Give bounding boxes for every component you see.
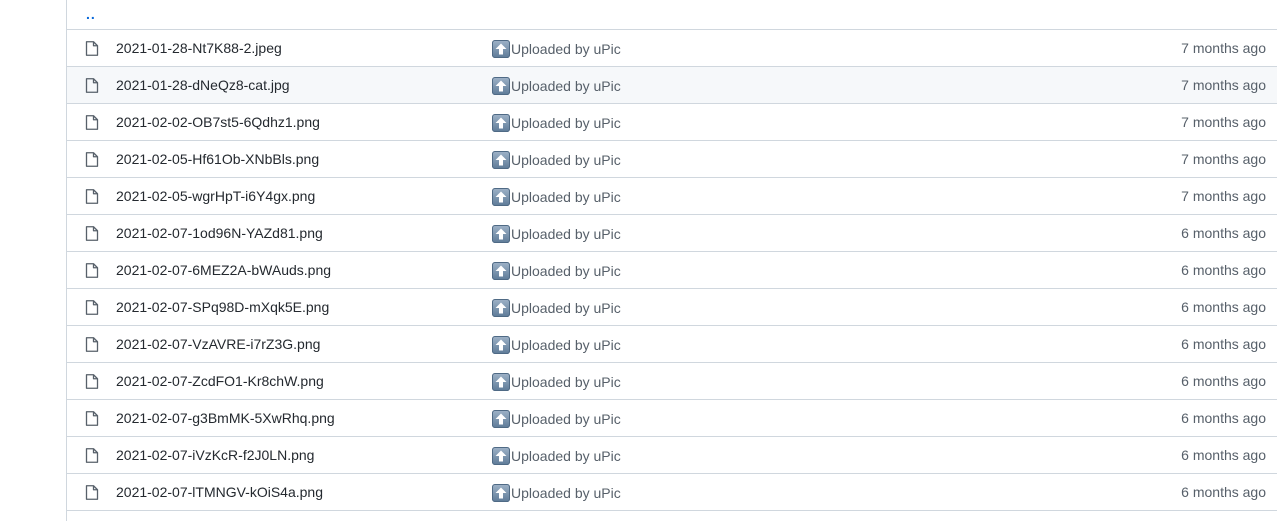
file-icon: [85, 337, 99, 352]
file-name-link[interactable]: 2021-02-07-ZcdFO1-Kr8chW.png: [116, 373, 324, 389]
file-row[interactable]: 2021-02-07-6MEZ2A-bWAuds.png Uploaded by …: [67, 252, 1277, 289]
file-name-link[interactable]: 2021-02-07-6MEZ2A-bWAuds.png: [116, 262, 331, 278]
commit-age: 6 months ago: [1181, 447, 1266, 463]
commit-message-text[interactable]: Uploaded by uPic: [511, 78, 621, 94]
up-arrow-emoji-icon: [492, 299, 510, 317]
file-row[interactable]: 2021-02-07-SPq98D-mXqk5E.png Uploaded by …: [67, 289, 1277, 326]
file-icon: [85, 485, 99, 500]
commit-age: 6 months ago: [1181, 225, 1266, 241]
commit-message-text[interactable]: Uploaded by uPic: [511, 115, 621, 131]
file-row[interactable]: 2021-01-28-Nt7K88-2.jpeg Uploaded by uPic…: [67, 30, 1277, 67]
parent-directory-link[interactable]: ..: [86, 6, 96, 22]
file-icon: [85, 78, 99, 93]
commit-message-link[interactable]: Uploaded by uPic: [492, 299, 621, 317]
commit-age: 6 months ago: [1181, 484, 1266, 500]
file-name-link[interactable]: 2021-02-02-OB7st5-6Qdhz1.png: [116, 114, 320, 130]
file-name-link[interactable]: 2021-01-28-dNeQz8-cat.jpg: [116, 77, 290, 93]
file-icon: [85, 300, 99, 315]
up-arrow-emoji-icon: [492, 225, 510, 243]
commit-message-link[interactable]: Uploaded by uPic: [492, 262, 621, 280]
commit-message-link[interactable]: Uploaded by uPic: [492, 77, 621, 95]
commit-message-text[interactable]: Uploaded by uPic: [511, 263, 621, 279]
file-name-link[interactable]: 2021-02-05-Hf61Ob-XNbBls.png: [116, 151, 319, 167]
file-name-link[interactable]: 2021-02-07-SPq98D-mXqk5E.png: [116, 299, 329, 315]
up-arrow-emoji-icon: [492, 447, 510, 465]
up-arrow-emoji-icon: [492, 484, 510, 502]
commit-message-text[interactable]: Uploaded by uPic: [511, 226, 621, 242]
file-icon: [85, 374, 99, 389]
file-row[interactable]: 2021-02-07-VzAVRE-i7rZ3G.png Uploaded by …: [67, 326, 1277, 363]
file-list: .. 2021-01-28-Nt7K88-2.jpeg Uploaded by u…: [66, 0, 1277, 521]
commit-message-text[interactable]: Uploaded by uPic: [511, 374, 621, 390]
commit-message-text[interactable]: Uploaded by uPic: [511, 189, 621, 205]
commit-message-link[interactable]: Uploaded by uPic: [492, 336, 621, 354]
commit-age: 7 months ago: [1181, 151, 1266, 167]
up-arrow-emoji-icon: [492, 336, 510, 354]
commit-age: 6 months ago: [1181, 336, 1266, 352]
file-icon: [85, 115, 99, 130]
commit-message-text[interactable]: Uploaded by uPic: [511, 300, 621, 316]
commit-message-link[interactable]: Uploaded by uPic: [492, 40, 621, 58]
file-rows: 2021-01-28-Nt7K88-2.jpeg Uploaded by uPic…: [67, 30, 1277, 511]
commit-message-text[interactable]: Uploaded by uPic: [511, 411, 621, 427]
up-arrow-emoji-icon: [492, 410, 510, 428]
commit-message-link[interactable]: Uploaded by uPic: [492, 410, 621, 428]
commit-message-link[interactable]: Uploaded by uPic: [492, 188, 621, 206]
commit-age: 6 months ago: [1181, 410, 1266, 426]
file-name-link[interactable]: 2021-02-07-lTMNGV-kOiS4a.png: [116, 484, 323, 500]
commit-message-text[interactable]: Uploaded by uPic: [511, 152, 621, 168]
file-icon: [85, 152, 99, 167]
file-name-link[interactable]: 2021-02-05-wgrHpT-i6Y4gx.png: [116, 188, 315, 204]
commit-message-link[interactable]: Uploaded by uPic: [492, 151, 621, 169]
file-icon: [85, 411, 99, 426]
file-name-link[interactable]: 2021-02-07-g3BmMK-5XwRhq.png: [116, 410, 335, 426]
commit-age: 6 months ago: [1181, 373, 1266, 389]
commit-age: 7 months ago: [1181, 114, 1266, 130]
file-name-link[interactable]: 2021-02-07-VzAVRE-i7rZ3G.png: [116, 336, 320, 352]
commit-age: 7 months ago: [1181, 77, 1266, 93]
up-arrow-emoji-icon: [492, 40, 510, 58]
commit-age: 7 months ago: [1181, 188, 1266, 204]
up-arrow-emoji-icon: [492, 373, 510, 391]
up-arrow-emoji-icon: [492, 262, 510, 280]
up-arrow-emoji-icon: [492, 114, 510, 132]
commit-message-text[interactable]: Uploaded by uPic: [511, 337, 621, 353]
file-icon: [85, 41, 99, 56]
commit-message-text[interactable]: Uploaded by uPic: [511, 448, 621, 464]
parent-directory-row[interactable]: ..: [67, 0, 1277, 30]
file-icon: [85, 263, 99, 278]
file-name-link[interactable]: 2021-01-28-Nt7K88-2.jpeg: [116, 40, 282, 56]
commit-message-link[interactable]: Uploaded by uPic: [492, 373, 621, 391]
commit-age: 6 months ago: [1181, 262, 1266, 278]
file-row[interactable]: 2021-02-05-wgrHpT-i6Y4gx.png Uploaded by …: [67, 178, 1277, 215]
file-row[interactable]: 2021-02-07-lTMNGV-kOiS4a.png Uploaded by …: [67, 474, 1277, 511]
commit-age: 7 months ago: [1181, 40, 1266, 56]
file-icon: [85, 189, 99, 204]
file-row[interactable]: 2021-02-07-iVzKcR-f2J0LN.png Uploaded by …: [67, 437, 1277, 474]
commit-message-link[interactable]: Uploaded by uPic: [492, 225, 621, 243]
up-arrow-emoji-icon: [492, 77, 510, 95]
up-arrow-emoji-icon: [492, 188, 510, 206]
file-row[interactable]: 2021-02-07-1od96N-YAZd81.png Uploaded by …: [67, 215, 1277, 252]
file-row[interactable]: 2021-02-02-OB7st5-6Qdhz1.png Uploaded by …: [67, 104, 1277, 141]
up-arrow-emoji-icon: [492, 151, 510, 169]
commit-message-link[interactable]: Uploaded by uPic: [492, 484, 621, 502]
commit-message-text[interactable]: Uploaded by uPic: [511, 485, 621, 501]
file-row[interactable]: 2021-02-07-g3BmMK-5XwRhq.png Uploaded by …: [67, 400, 1277, 437]
file-row[interactable]: 2021-01-28-dNeQz8-cat.jpg Uploaded by uPi…: [67, 67, 1277, 104]
commit-message-link[interactable]: Uploaded by uPic: [492, 114, 621, 132]
file-row[interactable]: 2021-02-05-Hf61Ob-XNbBls.png Uploaded by …: [67, 141, 1277, 178]
commit-message-text[interactable]: Uploaded by uPic: [511, 41, 621, 57]
file-icon: [85, 226, 99, 241]
file-row[interactable]: 2021-02-07-ZcdFO1-Kr8chW.png Uploaded by …: [67, 363, 1277, 400]
commit-age: 6 months ago: [1181, 299, 1266, 315]
file-icon: [85, 448, 99, 463]
file-name-link[interactable]: 2021-02-07-iVzKcR-f2J0LN.png: [116, 447, 314, 463]
commit-message-link[interactable]: Uploaded by uPic: [492, 447, 621, 465]
file-name-link[interactable]: 2021-02-07-1od96N-YAZd81.png: [116, 225, 323, 241]
